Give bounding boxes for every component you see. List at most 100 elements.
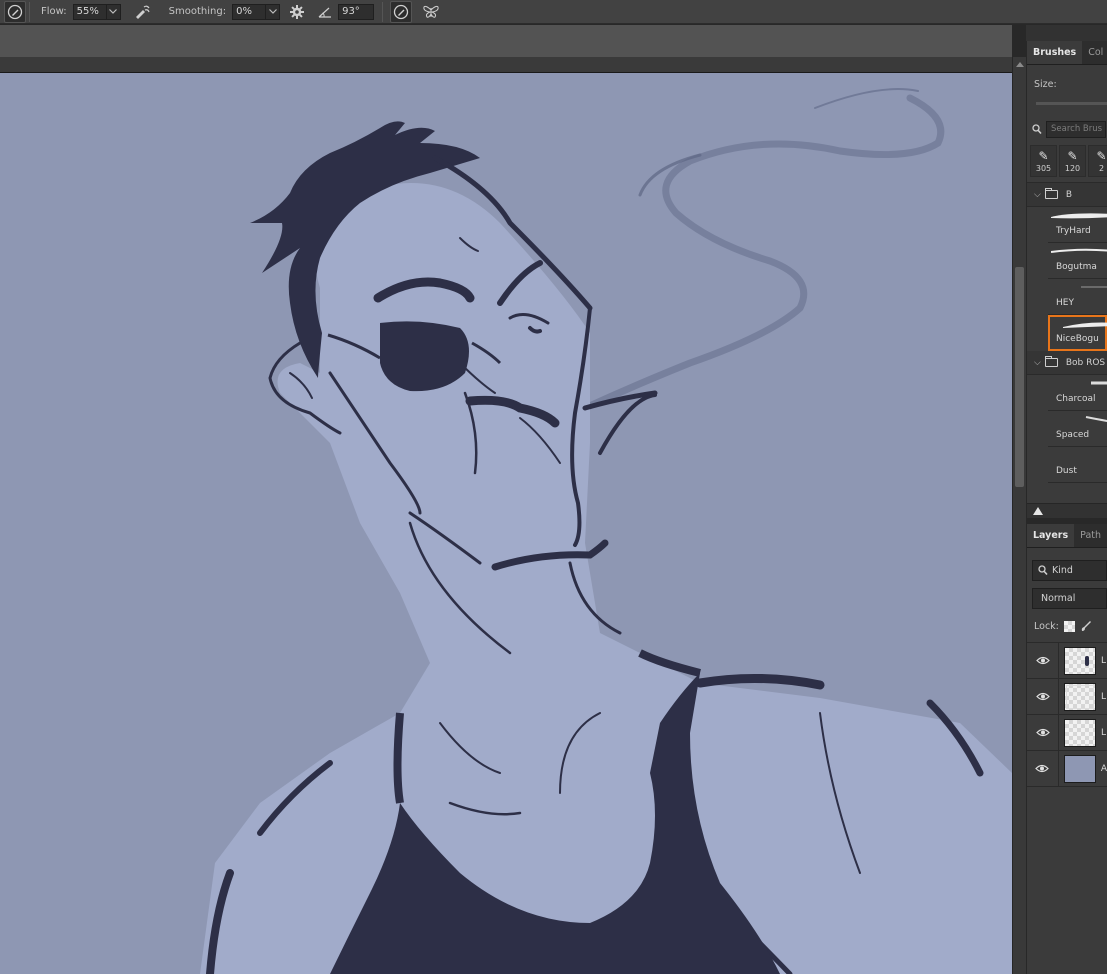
brush-preset-name: Charcoal bbox=[1056, 394, 1096, 404]
brush-pressure-opacity-icon[interactable] bbox=[4, 0, 26, 23]
visibility-eye-icon[interactable] bbox=[1027, 678, 1059, 715]
brush-group-name: Bob ROS bbox=[1065, 357, 1106, 368]
brush-tip-icon: ✎ bbox=[1067, 149, 1078, 163]
layer-name: L bbox=[1101, 691, 1107, 702]
layer-name: A bbox=[1100, 763, 1107, 774]
slider-handle-icon[interactable] bbox=[1033, 507, 1043, 515]
chevron-down-icon[interactable]: ⌵ bbox=[1034, 190, 1041, 200]
brush-tip-icon: ✎ bbox=[1096, 149, 1107, 163]
document-tab-strip bbox=[0, 57, 1012, 73]
brush-stroke-preview bbox=[1085, 416, 1107, 422]
chevron-down-icon[interactable]: ⌵ bbox=[1034, 358, 1041, 368]
brush-preset-name: Spaced bbox=[1056, 430, 1090, 440]
options-bar: Flow: 55% Smoothing: 0% 93° bbox=[0, 0, 1107, 24]
layer-row[interactable]: L bbox=[1027, 642, 1107, 679]
tab-paths[interactable]: Path bbox=[1074, 524, 1107, 547]
brush-group-b[interactable]: ⌵ B bbox=[1027, 183, 1107, 207]
brushes-panel: Brushes Col Size: Search Brus ✎ 305 ✎ 120 … bbox=[1027, 41, 1107, 518]
layer-list: L L L A bbox=[1027, 642, 1107, 787]
brush-size-slider[interactable] bbox=[1036, 102, 1107, 105]
recent-brush-size: 305 bbox=[1035, 164, 1052, 173]
brush-stroke-preview bbox=[1051, 248, 1107, 253]
canvas[interactable] bbox=[0, 73, 1012, 974]
scroll-up-arrow-icon[interactable] bbox=[1016, 62, 1024, 67]
brush-group-name: B bbox=[1065, 189, 1073, 200]
brush-stroke-preview bbox=[1063, 322, 1107, 328]
recent-brush[interactable]: ✎ 2 bbox=[1088, 145, 1107, 177]
cigarette-smoke bbox=[581, 88, 945, 412]
brush-preset-name: TryHard bbox=[1056, 226, 1091, 236]
layer-row[interactable]: A bbox=[1027, 750, 1107, 787]
figure-skin bbox=[200, 183, 1012, 974]
search-icon bbox=[1032, 124, 1042, 135]
brush-size-label: Size: bbox=[1034, 79, 1057, 90]
visibility-eye-icon[interactable] bbox=[1027, 750, 1059, 787]
layer-row[interactable]: L bbox=[1027, 678, 1107, 715]
tab-layers[interactable]: Layers bbox=[1027, 524, 1075, 547]
brush-stroke-preview bbox=[1081, 286, 1107, 288]
recent-brush[interactable]: ✎ 120 bbox=[1059, 145, 1086, 177]
lock-image-pixels-brush-icon[interactable] bbox=[1080, 620, 1092, 632]
flow-label: Flow: bbox=[41, 6, 67, 17]
brush-list: ⌵ B TryHard Bogutma HEY NiceBogu ⌵ Bob R… bbox=[1027, 182, 1107, 483]
chevron-down-icon bbox=[109, 9, 118, 14]
visibility-eye-icon[interactable] bbox=[1027, 714, 1059, 751]
layer-thumbnail bbox=[1064, 646, 1096, 675]
lock-label: Lock: bbox=[1034, 620, 1059, 632]
lock-transparent-pixels-icon[interactable] bbox=[1063, 620, 1075, 632]
brush-tip-icon: ✎ bbox=[1038, 149, 1049, 163]
brush-preset-name: NiceBogu bbox=[1056, 334, 1099, 344]
layer-thumbnail bbox=[1064, 718, 1096, 747]
angle-input[interactable]: 93° bbox=[338, 3, 375, 20]
pressure-size-icon[interactable] bbox=[390, 0, 413, 23]
brush-group-bob-ros[interactable]: ⌵ Bob ROS bbox=[1027, 351, 1107, 375]
airbrush-icon[interactable] bbox=[131, 1, 153, 23]
layer-name: L bbox=[1101, 655, 1107, 666]
layer-name: L bbox=[1101, 727, 1107, 738]
gear-icon[interactable] bbox=[286, 1, 308, 23]
brush-preset-charcoal[interactable]: Charcoal bbox=[1048, 375, 1107, 411]
brush-preset-spaced[interactable]: Spaced bbox=[1048, 411, 1107, 447]
brush-preset-name: Bogutma bbox=[1056, 262, 1097, 272]
layer-thumbnail bbox=[1063, 754, 1096, 783]
smoothing-label: Smoothing: bbox=[168, 6, 227, 17]
smoothing-dropdown[interactable] bbox=[266, 3, 281, 20]
layer-row[interactable]: L bbox=[1027, 714, 1107, 751]
lock-row: Lock: bbox=[1034, 620, 1092, 632]
recent-brush[interactable]: ✎ 305 bbox=[1030, 145, 1057, 177]
brush-preset-bogutma[interactable]: Bogutma bbox=[1048, 243, 1107, 279]
brush-preset-name: HEY bbox=[1056, 298, 1074, 308]
brush-preset-hey[interactable]: HEY bbox=[1048, 279, 1107, 315]
vertical-scrollbar[interactable] bbox=[1012, 57, 1026, 974]
tab-color[interactable]: Col bbox=[1082, 41, 1107, 64]
tab-brushes[interactable]: Brushes bbox=[1027, 41, 1083, 64]
flow-input[interactable]: 55% bbox=[72, 3, 107, 20]
brush-preset-nicebogu[interactable]: NiceBogu bbox=[1048, 315, 1107, 351]
brush-search-input[interactable]: Search Brus bbox=[1046, 121, 1106, 138]
brush-preset-dust[interactable]: Dust bbox=[1048, 447, 1107, 483]
folder-icon bbox=[1044, 188, 1058, 199]
layer-thumbnail bbox=[1064, 682, 1096, 711]
folder-icon bbox=[1044, 356, 1058, 367]
recent-brush-size: 120 bbox=[1064, 164, 1081, 173]
search-icon bbox=[1038, 565, 1048, 576]
brush-size-thumbnail-slider[interactable] bbox=[1027, 503, 1107, 518]
angle-icon bbox=[314, 1, 336, 23]
layer-filter-select[interactable]: Kind bbox=[1032, 560, 1107, 581]
chevron-down-icon bbox=[268, 9, 277, 14]
smoothing-input[interactable]: 0% bbox=[232, 3, 267, 20]
layers-panel: Layers Path Kind Normal Lock: L L L A bbox=[1027, 524, 1107, 974]
workspace-gap bbox=[0, 25, 1012, 57]
visibility-eye-icon[interactable] bbox=[1027, 642, 1059, 679]
layer-filter-value: Kind bbox=[1052, 565, 1073, 576]
symmetry-butterfly-icon[interactable] bbox=[420, 1, 442, 23]
brush-stroke-preview bbox=[1051, 213, 1107, 219]
flow-dropdown[interactable] bbox=[106, 3, 121, 20]
brush-stroke-preview bbox=[1091, 381, 1107, 385]
recent-brush-size: 2 bbox=[1098, 164, 1105, 173]
panel-dock-header bbox=[1026, 25, 1107, 41]
blend-mode-select[interactable]: Normal bbox=[1032, 588, 1107, 609]
scroll-thumb[interactable] bbox=[1015, 267, 1024, 487]
brush-preset-name: Dust bbox=[1056, 466, 1077, 476]
brush-preset-tryhard[interactable]: TryHard bbox=[1048, 207, 1107, 243]
